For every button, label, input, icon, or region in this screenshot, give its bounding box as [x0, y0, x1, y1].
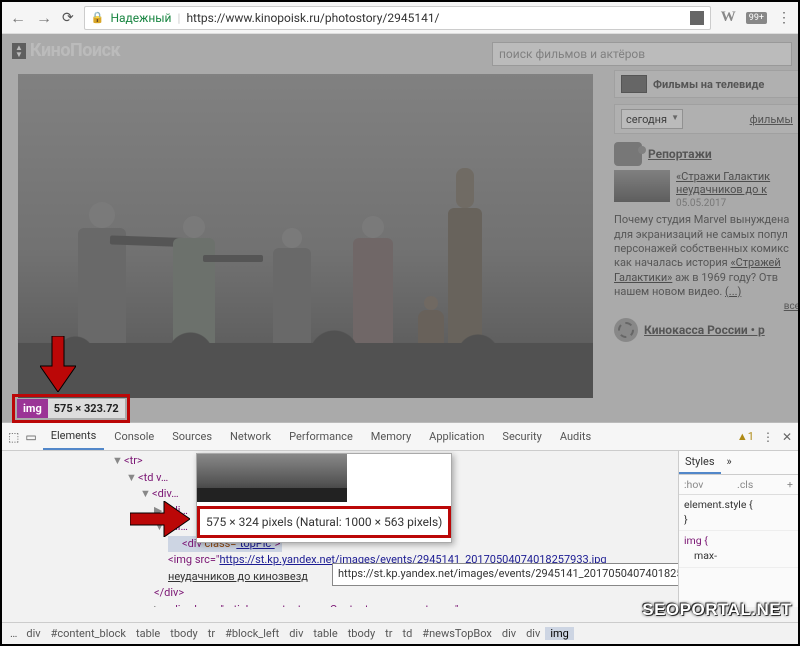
back-button[interactable]: ←	[10, 8, 26, 28]
lock-icon: 🔒	[91, 11, 105, 24]
warnings-badge[interactable]: ▲1	[737, 430, 754, 443]
report-excerpt: Почему студия Marvel вынуждена для экран…	[614, 213, 798, 299]
ticket-icon	[614, 318, 638, 342]
element-tag-label: img	[17, 399, 48, 418]
style-rule[interactable]: img { max-	[679, 531, 798, 567]
tv-films-box[interactable]: Фильмы на телевиде	[614, 70, 798, 98]
kinokassa-heading: Кинокасса России • р	[614, 318, 798, 342]
more-link[interactable]: (...)	[725, 285, 741, 298]
tab-performance[interactable]: Performance	[281, 424, 361, 449]
updown-icon: ▲▼	[12, 43, 26, 59]
address-bar[interactable]: 🔒 Надежный | https://www.kinopoisk.ru/ph…	[84, 6, 711, 30]
reports-title-link[interactable]: Репортажи	[648, 147, 712, 161]
devtools-close-icon[interactable]: ✕	[782, 430, 792, 444]
date-select[interactable]: сегодня	[621, 109, 683, 129]
add-rule-button[interactable]: +	[787, 478, 793, 491]
url-text: https://www.kinopoisk.ru/photostory/2945…	[186, 11, 439, 25]
preview-thumbnail	[197, 454, 347, 502]
all-link[interactable]: все	[784, 301, 798, 312]
extension-icon[interactable]	[690, 11, 704, 25]
report-item[interactable]: «Стражи Галактик неудачников до к 05.05.…	[614, 170, 798, 209]
wiki-extension-icon[interactable]: W	[721, 9, 736, 26]
site-logo[interactable]: ▲▼ КиноПоиск	[12, 40, 120, 61]
tab-sources[interactable]: Sources	[164, 424, 220, 449]
forward-button[interactable]: →	[36, 8, 52, 28]
page-content: ▲▼ КиноПоиск поиск фильмов и актёров Фил…	[2, 34, 798, 422]
element-size-tooltip: img 575 × 323.72	[12, 394, 130, 423]
dom-tree[interactable]: ▼<tr> ▼<td v… ▼<div… ▶<di… ▼<di… <div cl…	[2, 451, 678, 607]
hov-toggle[interactable]: :hov	[684, 478, 703, 491]
devtools-menu-icon[interactable]: ⋮	[762, 430, 774, 444]
tab-memory[interactable]: Memory	[363, 424, 419, 449]
reports-heading: Репортажи	[614, 142, 798, 166]
watermark: SEOPORTAL.NET	[642, 600, 792, 620]
search-input[interactable]: поиск фильмов и актёров	[492, 42, 792, 66]
report-date: 05.05.2017	[676, 198, 726, 209]
cls-toggle[interactable]: .cls	[737, 478, 753, 491]
tab-security[interactable]: Security	[494, 424, 549, 449]
secure-label: Надежный	[110, 11, 171, 25]
films-link[interactable]: фильмы	[750, 113, 793, 126]
devtools-tabs: ⬚ ▭ Elements Console Sources Network Per…	[2, 423, 798, 451]
device-toggle-icon[interactable]: ▭	[25, 430, 36, 444]
reload-button[interactable]: ⟳	[62, 10, 74, 26]
tab-network[interactable]: Network	[222, 424, 279, 449]
element-dimensions: 575 × 323.72	[48, 399, 125, 418]
styles-pane: Styles » :hov .cls + element.style { } i…	[678, 451, 798, 607]
annotation-arrow-1	[40, 336, 76, 392]
tv-icon	[621, 75, 647, 93]
date-filter-row: сегодня фильмы	[614, 104, 798, 134]
styles-tab[interactable]: Styles	[679, 451, 721, 474]
annotation-arrow-2	[130, 501, 190, 537]
tab-elements[interactable]: Elements	[43, 423, 105, 450]
inspect-icon[interactable]: ⬚	[8, 430, 19, 444]
styles-more-tab[interactable]: »	[721, 451, 738, 474]
film-reel-icon	[614, 142, 642, 166]
dom-breadcrumb[interactable]: … div #content_block table tbody tr #blo…	[2, 622, 798, 644]
extension-badge[interactable]: 99+	[746, 12, 767, 24]
element-hover-preview: 575 × 324 pixels (Natural: 1000 × 563 pi…	[196, 453, 452, 543]
browser-toolbar: ← → ⟳ 🔒 Надежный | https://www.kinopoisk…	[2, 2, 798, 34]
sidebar: Фильмы на телевиде сегодня фильмы Репорт…	[614, 70, 798, 342]
url-tooltip: https://st.kp.yandex.net/images/events/2…	[332, 563, 678, 586]
browser-menu-icon[interactable]: ⋮	[777, 10, 790, 26]
tab-application[interactable]: Application	[421, 424, 492, 449]
main-image[interactable]	[18, 74, 593, 398]
style-rule[interactable]: element.style { }	[679, 495, 798, 531]
report-link[interactable]: «Стражи Галактик неудачников до к	[676, 170, 770, 196]
tab-console[interactable]: Console	[106, 424, 162, 449]
preview-dimensions: 575 × 324 pixels (Natural: 1000 × 563 pi…	[200, 509, 448, 535]
tab-audits[interactable]: Audits	[552, 424, 599, 449]
report-thumb	[614, 170, 670, 202]
